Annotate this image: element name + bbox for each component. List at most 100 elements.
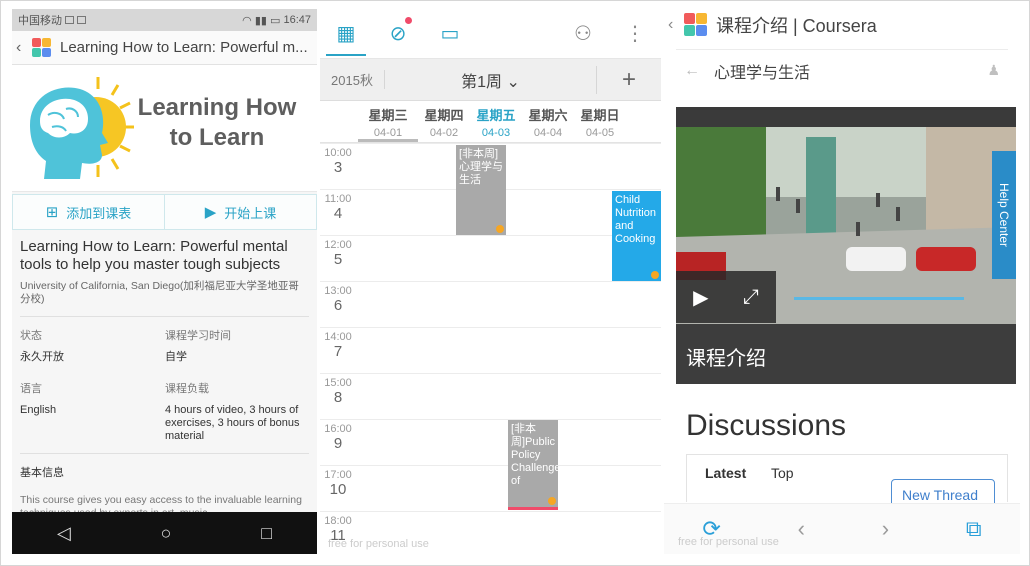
section-heading: 基本信息	[20, 453, 309, 480]
time-slot-label: 13:00 6	[324, 285, 352, 314]
user-icon[interactable]: ♟	[987, 62, 1000, 79]
android-nav-bar: ◁ ○ □	[12, 512, 317, 554]
course-banner: Learning How to Learn	[12, 65, 317, 192]
calendar-tab[interactable]: ▦	[320, 9, 372, 59]
course-info: Learning How to Learn: Powerful mental t…	[12, 230, 317, 528]
course-event[interactable]: Child Nutrition and Cooking	[612, 191, 661, 281]
day-column-header: 星期日 04-05	[580, 108, 620, 139]
contacts-button[interactable]: ⚇	[557, 9, 609, 59]
nav-recent-icon[interactable]: □	[261, 523, 272, 544]
field-value: 4 hours of video, 3 hours of exercises, …	[165, 404, 300, 442]
more-button[interactable]: ⋮	[609, 9, 661, 59]
add-course-button[interactable]: +	[596, 65, 661, 94]
semester-selector[interactable]: 2015秋	[320, 70, 385, 89]
tab-top[interactable]: Top	[771, 465, 794, 481]
field-label: 语言	[20, 383, 42, 395]
course-title: 心理学与生活	[714, 64, 811, 82]
arrow-left-icon[interactable]: ←	[684, 62, 700, 80]
page-title: Learning How to Learn: Powerful m...	[60, 39, 308, 56]
tab-latest[interactable]: Latest	[705, 465, 746, 481]
watermark: free for personal use	[678, 536, 779, 548]
app-logo-icon	[32, 37, 52, 58]
course-event-title: [非本周]心理学与生活	[459, 148, 503, 186]
action-row: ⊞ 添加到课表 ▶ 开始上课	[12, 194, 317, 230]
play-circle-icon: ▶	[204, 204, 217, 221]
course-event-title: Child Nutrition and Cooking	[615, 194, 656, 245]
start-class-button[interactable]: ▶ 开始上课	[164, 195, 316, 229]
image-icon	[77, 16, 86, 24]
video-caption: 课程介绍	[676, 324, 1016, 384]
open-external-icon[interactable]: ⧉	[966, 516, 982, 542]
wifi-icon: ◠	[242, 14, 252, 27]
app-bar: ‹ 课程介绍 | Coursera	[664, 9, 1020, 41]
add-to-schedule-button[interactable]: ⊞ 添加到课表	[13, 195, 164, 229]
day-column-header: 星期四 04-02	[424, 108, 464, 139]
course-event-title: [非本周]Public Policy Challenges of	[511, 423, 558, 487]
day-column-header: 星期三 04-01	[358, 101, 418, 142]
watermark: free for personal use	[328, 538, 429, 550]
event-corner-icon	[496, 225, 504, 233]
discussions-heading: Discussions	[686, 409, 847, 442]
messages-tab[interactable]: ▭	[424, 9, 476, 59]
day-column-header-today: 星期五 04-03	[476, 108, 516, 139]
nav-back-icon[interactable]: ◁	[57, 523, 71, 544]
schedule-toolbar: ▦ ⊘ ▭ ⚇ ⋮	[320, 9, 661, 59]
university-name: University of California, San Diego(加利福尼…	[20, 280, 299, 305]
event-corner-icon	[651, 271, 659, 279]
field-label: 课程学习时间	[165, 330, 231, 342]
signal-icon: ▮▮	[254, 14, 267, 27]
time-slot-label: 11:00 4	[324, 193, 352, 222]
video-player[interactable]: ▶ ⤢ Help Center 课程介绍	[676, 107, 1016, 384]
chevron-right-icon[interactable]: ›	[882, 516, 889, 542]
status-bar: 中国移动 ◠ ▮▮ ▭ 16:47	[12, 9, 317, 31]
calendar-icon: ▦	[336, 23, 356, 45]
time-slot-label: 10:00 3	[324, 147, 352, 176]
brain-sun-logo-icon	[30, 77, 134, 179]
time-slot-label: 14:00 7	[324, 331, 352, 360]
compass-icon: ⊘	[389, 23, 407, 45]
field-value: English	[20, 404, 57, 416]
course-event[interactable]: [非本周]心理学与生活	[456, 145, 506, 235]
add-to-schedule-label: 添加到课表	[66, 205, 132, 221]
time-slot-label: 16:00 9	[324, 423, 352, 452]
course-event[interactable]: [非本周]Public Policy Challenges of	[508, 420, 558, 510]
course-banner-title: Learning How to Learn	[137, 94, 297, 151]
field-value: 自学	[165, 351, 187, 363]
page-title: 课程介绍 | Coursera	[716, 16, 877, 36]
back-icon[interactable]: ‹	[668, 16, 682, 34]
chevron-left-icon[interactable]: ‹	[798, 516, 805, 542]
play-icon[interactable]: ▶	[693, 285, 708, 310]
add-schedule-icon: ⊞	[45, 204, 59, 221]
screenshot-frame: 中国移动 ◠ ▮▮ ▭ 16:47 ‹ Learning How to Lear…	[0, 0, 1030, 566]
video-progress-bar[interactable]	[794, 297, 964, 300]
battery-icon: ▭	[270, 14, 281, 27]
day-header: 星期三 04-01 星期四 04-02 星期五 04-03 星期六 04-04 星期日 0…	[320, 101, 661, 143]
time-slot-label: 17:00 10	[324, 469, 352, 498]
event-corner-icon	[548, 497, 556, 505]
course-detail-screen: 中国移动 ◠ ▮▮ ▭ 16:47 ‹ Learning How to Lear…	[12, 9, 317, 554]
timetable-grid: 10:00 3 11:00 4 12:00 5 13:00 6 14:00 7 15:00…	[320, 143, 661, 554]
time-slot-label: 12:00 5	[324, 239, 352, 268]
chat-icon: ▭	[440, 23, 460, 45]
day-column-header: 星期六 04-04	[528, 108, 568, 139]
notification-icon	[65, 16, 74, 24]
course-fields: 状态 永久开放 课程学习时间 自学 语言 English 课程负载 4 hour…	[20, 316, 309, 443]
fullscreen-icon[interactable]: ⤢	[743, 286, 759, 309]
app-logo-icon	[684, 13, 708, 37]
back-icon[interactable]: ‹	[16, 39, 30, 57]
field-label: 课程负载	[165, 383, 209, 395]
schedule-screen: ▦ ⊘ ▭ ⚇ ⋮ 2015秋 第1周 ⌄ + 星期三 04-01 星期四 04-0…	[320, 9, 661, 554]
field-value: 永久开放	[20, 351, 64, 363]
app-bar: ‹ Learning How to Learn: Powerful m...	[12, 31, 317, 65]
nav-home-icon[interactable]: ○	[161, 523, 172, 544]
clock: 16:47	[283, 14, 311, 26]
discover-tab[interactable]: ⊘	[372, 9, 424, 59]
course-name: Learning How to Learn: Powerful mental t…	[20, 238, 288, 273]
carrier-label: 中国移动	[18, 15, 62, 27]
time-slot-label: 15:00 8	[324, 377, 352, 406]
field-label: 状态	[20, 330, 42, 342]
help-center-tab[interactable]: Help Center	[992, 151, 1016, 279]
more-vert-icon: ⋮	[625, 23, 645, 45]
coursera-screen: ‹ 课程介绍 | Coursera ← 心理学与生活 ♟ ▶ ⤢ Help Ce…	[664, 9, 1020, 554]
week-selector[interactable]: 第1周 ⌄	[385, 68, 596, 92]
